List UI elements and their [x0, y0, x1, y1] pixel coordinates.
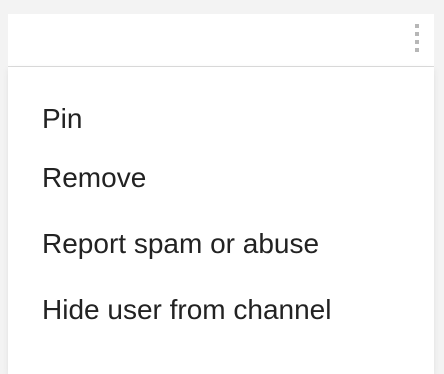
dot-icon	[415, 40, 419, 44]
menu-item-hide-user[interactable]: Hide user from channel	[8, 277, 434, 343]
dot-icon	[415, 32, 419, 36]
dot-icon	[415, 24, 419, 28]
menu-item-remove[interactable]: Remove	[8, 145, 434, 211]
comment-actions-menu: Pin Remove Report spam or abuse Hide use…	[8, 67, 434, 374]
more-options-vertical-dots-icon[interactable]	[410, 24, 424, 58]
page-background-top	[0, 0, 444, 14]
comment-header-strip	[8, 14, 434, 67]
dot-icon	[415, 48, 419, 52]
page-background-right	[434, 0, 444, 374]
menu-item-report-spam[interactable]: Report spam or abuse	[8, 211, 434, 277]
menu-item-pin[interactable]: Pin	[8, 93, 434, 145]
context-menu-screen: Pin Remove Report spam or abuse Hide use…	[0, 0, 444, 374]
page-background-left	[0, 0, 8, 374]
